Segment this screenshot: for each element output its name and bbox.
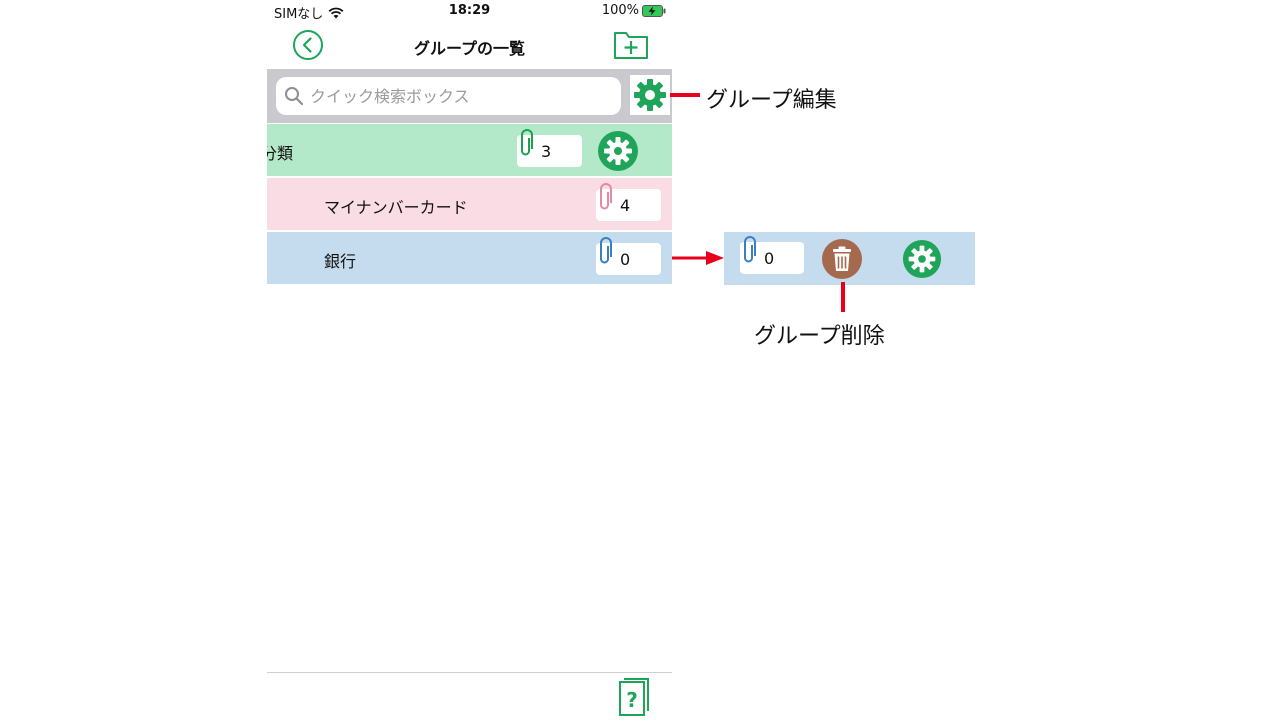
item-count-badge: 3 [517, 129, 582, 167]
search-input[interactable] [310, 86, 600, 106]
arrow-right-icon [672, 251, 724, 265]
group-edit-annotation: グループ編集 [706, 88, 837, 113]
group-row-mynumber[interactable]: マイナンバーカード 4 [267, 178, 672, 231]
group-label: 分類 [267, 144, 294, 163]
battery-group: 100% [602, 3, 666, 18]
svg-text:?: ? [626, 688, 638, 712]
group-row-category[interactable]: 分類 3 [267, 124, 672, 177]
status-bar: SIMなし 18:29 100% [267, 0, 672, 22]
item-count: 0 [764, 249, 775, 268]
battery-charging-icon [642, 4, 666, 17]
item-count: 3 [541, 142, 552, 161]
search-field[interactable] [276, 77, 621, 115]
group-label: マイナンバーカード [324, 198, 468, 217]
search-bar [267, 69, 672, 123]
group-row-bank[interactable]: 銀行 0 [267, 232, 672, 285]
group-edit-button[interactable] [630, 75, 670, 115]
item-count-badge: 4 [596, 183, 661, 221]
group-settings-button[interactable] [902, 239, 942, 279]
help-button[interactable]: ? [617, 677, 651, 717]
paperclip-icon [600, 237, 612, 264]
toolbar-divider [267, 672, 672, 673]
item-count: 4 [620, 196, 631, 215]
delete-callout-line [841, 282, 845, 312]
battery-percent: 100% [601, 3, 639, 18]
phone-screen: SIMなし 18:29 100% グループの一覧 クイック検索ボックス 分類 3… [267, 0, 672, 720]
item-count: 0 [620, 250, 631, 269]
gear-icon [634, 79, 666, 111]
group-settings-button[interactable] [597, 130, 639, 172]
search-icon [285, 87, 304, 106]
delete-group-button[interactable] [822, 239, 862, 279]
item-count-badge: 0 [596, 237, 661, 275]
add-group-button[interactable] [613, 29, 649, 61]
swiped-row-detail: 0 [724, 232, 975, 285]
edit-callout-line [670, 93, 700, 97]
navigation-bar: グループの一覧 [267, 24, 672, 68]
group-delete-annotation: グループ削除 [754, 324, 885, 349]
page-title: グループの一覧 [413, 39, 526, 58]
paperclip-icon [744, 236, 756, 263]
group-label: 銀行 [324, 252, 357, 271]
paperclip-icon [600, 183, 612, 210]
paperclip-icon [521, 129, 533, 156]
item-count-badge: 0 [740, 236, 804, 274]
